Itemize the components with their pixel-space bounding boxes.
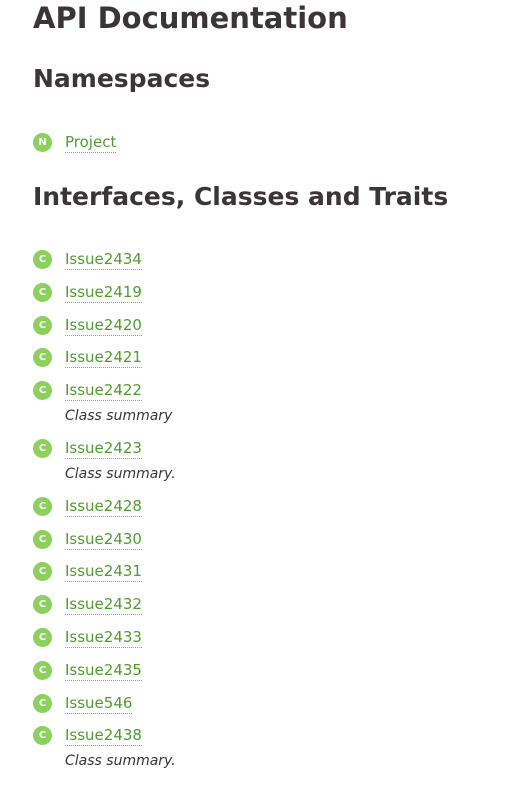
- namespace-link-project[interactable]: Project: [65, 131, 117, 153]
- class-badge-icon: C: [33, 529, 52, 549]
- namespace-badge-icon: N: [33, 133, 52, 152]
- class-badge-icon: C: [33, 315, 52, 335]
- class-badge-icon: C: [33, 627, 52, 647]
- list-item: C Issue2423 Class summary.: [33, 437, 176, 484]
- namespace-list: N Project: [33, 131, 117, 153]
- class-link[interactable]: Issue2430: [65, 528, 142, 550]
- class-badge-icon: C: [33, 282, 52, 302]
- class-link[interactable]: Issue2419: [65, 281, 142, 303]
- list-item: C Issue2430: [33, 528, 176, 550]
- page-title: API Documentation: [33, 1, 348, 35]
- class-link[interactable]: Issue2422: [65, 379, 142, 402]
- list-item: C Issue2422 Class summary: [33, 379, 176, 426]
- class-summary: Class summary: [65, 408, 173, 425]
- class-link[interactable]: Issue2423: [65, 437, 142, 459]
- list-item: C Issue2421: [33, 346, 176, 369]
- class-badge-icon: C: [33, 250, 52, 269]
- class-badge-icon: C: [33, 348, 52, 368]
- class-badge-icon: C: [33, 496, 52, 516]
- class-badge-icon: C: [33, 438, 52, 458]
- list-item: C Issue2432: [33, 593, 176, 616]
- namespaces-heading: Namespaces: [33, 64, 211, 93]
- class-badge-icon: C: [33, 562, 52, 582]
- list-item: C Issue546: [33, 692, 176, 714]
- class-link[interactable]: Issue546: [65, 692, 133, 714]
- class-summary: Class summary.: [65, 465, 176, 482]
- list-item: C Issue2428: [33, 495, 176, 517]
- class-link[interactable]: Issue2431: [65, 560, 142, 583]
- list-item: C Issue2419: [33, 281, 176, 303]
- list-item: C Issue2438 Class summary.: [33, 724, 176, 771]
- class-link[interactable]: Issue2421: [65, 346, 142, 369]
- class-link[interactable]: Issue2432: [65, 593, 142, 616]
- list-item: C Issue2431: [33, 560, 176, 583]
- list-item: C Issue2435: [33, 659, 176, 681]
- class-link[interactable]: Issue2435: [65, 659, 142, 681]
- class-badge-icon: C: [33, 693, 52, 713]
- class-badge-icon: C: [33, 381, 52, 401]
- list-item: C Issue2420: [33, 314, 176, 336]
- class-link[interactable]: Issue2433: [65, 626, 142, 648]
- class-badge-icon: C: [33, 726, 52, 746]
- class-link[interactable]: Issue2434: [65, 248, 142, 270]
- class-list: C Issue2434 C Issue2419 C Issue2420 C Is…: [33, 248, 176, 771]
- class-link[interactable]: Issue2420: [65, 314, 142, 336]
- list-item: N Project: [33, 131, 117, 153]
- class-summary: Class summary.: [65, 753, 176, 770]
- list-item: C Issue2433: [33, 626, 176, 648]
- classes-heading: Interfaces, Classes and Traits: [33, 182, 449, 211]
- class-badge-icon: C: [33, 660, 52, 680]
- list-item: C Issue2434: [33, 248, 176, 270]
- class-link[interactable]: Issue2428: [65, 495, 142, 517]
- class-badge-icon: C: [33, 595, 52, 615]
- class-link[interactable]: Issue2438: [65, 724, 142, 747]
